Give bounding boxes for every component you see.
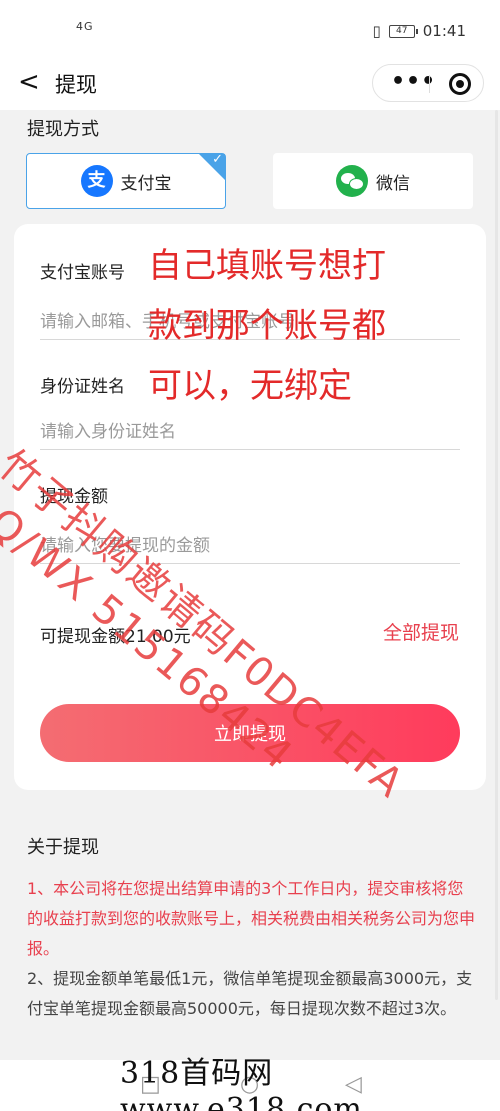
account-input[interactable] [40, 304, 460, 340]
about-rule-1: 1、本公司将在您提出结算申请的3个工作日内，提交审核将您的收益打款到您的收款账号… [27, 879, 476, 958]
clock: 01:41 [422, 22, 466, 40]
amount-label: 提现金额 [40, 487, 108, 507]
about-rule-2: 2、提现金额单笔最低1元，微信单笔提现金额最高3000元，支付宝单笔提现金额最高… [27, 969, 473, 1018]
id-name-label: 身份证姓名 [40, 377, 125, 397]
available-amount: 可提现金额21.00元 [40, 627, 191, 647]
back-icon[interactable]: < [18, 68, 40, 96]
signal-indicator: 4G [76, 20, 94, 33]
status-right: ▯ 47 01:41 [373, 22, 467, 40]
withdraw-now-button[interactable]: 立即提现 [40, 704, 460, 762]
status-bar: 4G ▯ 47 01:41 [0, 0, 500, 56]
id-name-input[interactable] [40, 414, 460, 450]
withdraw-all-link[interactable]: 全部提现 [383, 618, 459, 645]
close-target-icon[interactable] [449, 73, 471, 95]
wechat-label: 微信 [376, 173, 410, 194]
page-title: 提现 [55, 73, 97, 97]
nav-bar: < 提现 ••• [0, 56, 500, 110]
withdraw-method-label: 提现方式 [27, 119, 99, 140]
alipay-option[interactable]: 支 支付宝 ✓ [26, 152, 226, 209]
withdraw-form-card: 支付宝账号 身份证姓名 提现金额 可提现金额21.00元 全部提现 立即提现 [14, 224, 486, 790]
about-withdraw-title: 关于提现 [27, 837, 99, 858]
amount-input[interactable] [40, 528, 460, 564]
account-label: 支付宝账号 [40, 263, 125, 283]
wechat-option[interactable]: 微信 [273, 153, 473, 209]
alipay-icon: 支 [80, 165, 113, 197]
capsule-divider [429, 75, 430, 93]
vibrate-icon: ▯ [372, 22, 381, 40]
scrollbar[interactable] [495, 110, 498, 1000]
wechat-icon [336, 165, 368, 197]
miniprogram-capsule: ••• [372, 64, 484, 102]
battery-icon: 47 [388, 24, 418, 38]
check-icon: ✓ [212, 152, 223, 167]
alipay-label: 支付宝 [120, 173, 172, 194]
site-watermark: 318首码网 www.e318.com [120, 1056, 363, 1111]
